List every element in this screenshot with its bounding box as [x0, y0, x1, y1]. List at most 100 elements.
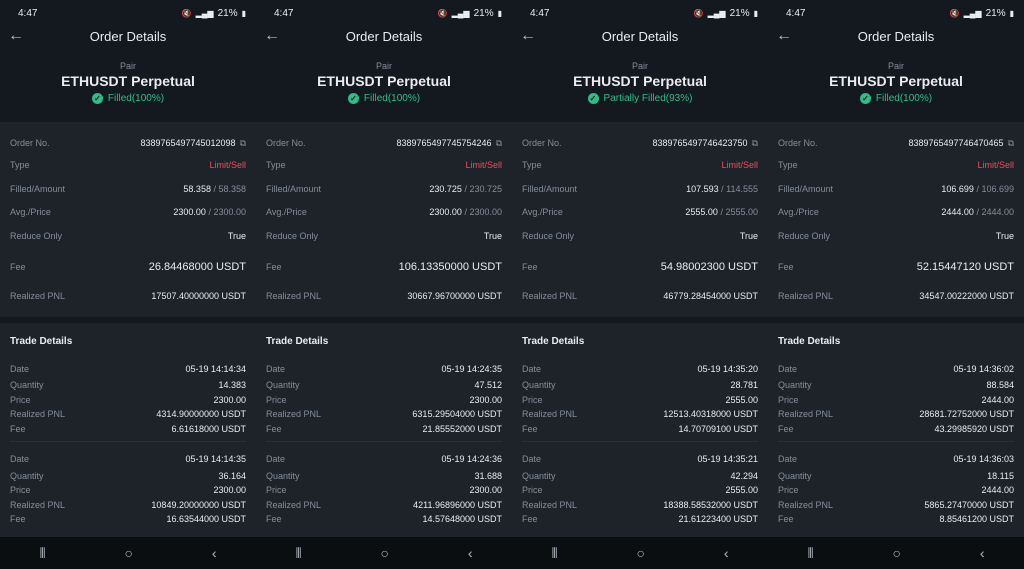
copy-icon[interactable]: ⧉: [240, 138, 246, 148]
trade-quantity-row: Quantity 88.584: [778, 378, 1014, 393]
signal-icon: ▂▄▆: [451, 8, 470, 18]
trade-fee-value: 6.61618000 USDT: [171, 424, 246, 435]
trade-price-value: 2444.00: [981, 485, 1014, 496]
trade-pnl-label: Realized PNL: [266, 499, 322, 510]
trade-date-row: Date 05-19 14:14:35: [10, 449, 246, 468]
check-circle-icon: ✓: [587, 93, 599, 104]
filled-amount-value: 107.593 / 114.555: [686, 184, 758, 194]
home-icon[interactable]: ○: [893, 545, 901, 561]
filled-amount-label: Filled/Amount: [266, 183, 322, 194]
trade-quantity-label: Quantity: [778, 380, 812, 391]
realized-pnl-label: Realized PNL: [10, 291, 66, 301]
copy-icon[interactable]: ⧉: [496, 138, 502, 148]
back-icon[interactable]: ‹: [980, 545, 985, 561]
reduce-only-label: Reduce Only: [266, 231, 319, 241]
trade-fee-row: Fee 14.57648000 USDT: [266, 512, 502, 527]
trade-pnl-value: 4314.90000000 USDT: [156, 409, 246, 420]
back-icon[interactable]: ‹: [468, 545, 473, 561]
order-no-text: 8389765497746423750: [652, 137, 748, 148]
trade-price-value: 2555.00: [725, 485, 758, 496]
phone-screen: 4:47 🔇 ▂▄▆ 21% ▮ ← Order Details Pair ETHUSDT Pe…: [768, 0, 1024, 569]
back-arrow-icon[interactable]: ←: [264, 26, 280, 46]
avg-price-row: Avg./Price 2444.00 / 2444.00: [778, 200, 1014, 224]
system-nav-bar: ⦀ ○ ‹: [0, 537, 256, 569]
copy-icon[interactable]: ⧉: [752, 138, 758, 148]
fee-row: Fee 106.13350000 USDT: [266, 248, 502, 285]
trade-price-row: Price 2555.00: [522, 393, 758, 408]
order-no-text: 8389765497745754246: [396, 137, 492, 148]
home-icon[interactable]: ○: [125, 545, 133, 561]
check-circle-icon: ✓: [347, 93, 359, 104]
trade-item: Date 05-19 14:36:02 Quantity 88.584 Price 244…: [778, 359, 1014, 436]
pair-name: ETHUSDT Perpetual: [61, 73, 195, 89]
fee-label: Fee: [10, 261, 26, 272]
trade-fee-row: Fee 16.63544000 USDT: [10, 512, 246, 527]
trade-date-label: Date: [778, 363, 798, 374]
trade-pnl-row: Realized PNL 5865.27470000 USDT: [778, 498, 1014, 513]
trade-fee-row: Fee 8.85461200 USDT: [778, 512, 1014, 527]
home-icon[interactable]: ○: [637, 545, 645, 561]
trade-list: Date 05-19 14:36:02 Quantity 88.584 Price 244…: [768, 359, 1024, 527]
status-bar: 4:47 🔇 ▂▄▆ 21% ▮: [0, 0, 256, 26]
signal-icon: ▂▄▆: [963, 8, 982, 18]
trade-quantity-value: 36.164: [218, 470, 246, 481]
trade-details-title: Trade Details: [522, 336, 585, 347]
realized-pnl-value: 34547.00222000 USDT: [919, 291, 1014, 301]
reduce-only-row: Reduce Only True: [778, 224, 1014, 248]
fee-label: Fee: [266, 261, 282, 272]
trade-fee-label: Fee: [266, 514, 282, 525]
recents-icon[interactable]: ⦀: [551, 545, 557, 562]
recents-icon[interactable]: ⦀: [807, 545, 813, 562]
trade-pnl-label: Realized PNL: [778, 499, 834, 510]
filled-amount-label: Filled/Amount: [522, 183, 578, 194]
back-icon[interactable]: ‹: [212, 545, 217, 561]
type-value: Limit/Sell: [977, 160, 1014, 170]
order-no-value: 8389765497746423750 ⧉: [652, 138, 758, 149]
nav-bar: ← Order Details: [256, 26, 512, 46]
recents-icon[interactable]: ⦀: [39, 545, 45, 562]
type-value: Limit/Sell: [209, 160, 246, 170]
trade-list: Date 05-19 14:14:34 Quantity 14.383 Price 230…: [0, 359, 256, 527]
recents-icon[interactable]: ⦀: [295, 545, 301, 562]
copy-icon[interactable]: ⧉: [1008, 138, 1014, 148]
back-icon[interactable]: ‹: [724, 545, 729, 561]
trade-fee-label: Fee: [778, 514, 794, 525]
trade-pnl-label: Realized PNL: [522, 409, 578, 420]
back-arrow-icon[interactable]: ←: [520, 26, 536, 46]
trade-price-row: Price 2300.00: [10, 393, 246, 408]
avg-price-value: 2300.00 / 2300.00: [429, 207, 502, 217]
order-no-label: Order No.: [266, 138, 306, 148]
home-icon[interactable]: ○: [381, 545, 389, 561]
trade-date-value: 05-19 14:36:03: [953, 453, 1014, 464]
trade-list: Date 05-19 14:24:35 Quantity 47.512 Price 230…: [256, 359, 512, 527]
trade-fee-row: Fee 21.61223400 USDT: [522, 512, 758, 527]
type-label: Type: [266, 160, 286, 170]
trade-quantity-label: Quantity: [266, 470, 300, 481]
trade-price-row: Price 2300.00: [266, 483, 502, 498]
trade-fee-label: Fee: [778, 424, 794, 435]
page-title: Order Details: [857, 28, 935, 44]
avg-price-label: Avg./Price: [266, 207, 307, 217]
trade-date-label: Date: [778, 453, 798, 464]
trade-pnl-label: Realized PNL: [266, 409, 322, 420]
back-arrow-icon[interactable]: ←: [776, 26, 792, 46]
avg-price-value: 2555.00 / 2555.00: [685, 207, 758, 217]
trade-quantity-row: Quantity 36.164: [10, 468, 246, 483]
type-row: Type Limit/Sell: [10, 153, 246, 177]
price-value: / 2444.00: [976, 207, 1014, 217]
trade-details-title: Trade Details: [10, 336, 73, 347]
realized-pnl-value: 30667.96700000 USDT: [407, 291, 502, 301]
mute-icon: 🔇: [949, 8, 960, 18]
trade-date-label: Date: [10, 453, 30, 464]
system-nav-bar: ⦀ ○ ‹: [768, 537, 1024, 569]
trade-item: Date 05-19 14:35:21 Quantity 42.294 Price 255…: [522, 449, 758, 526]
status-time: 4:47: [530, 7, 550, 19]
trade-pnl-row: Realized PNL 12513.40318000 USDT: [522, 407, 758, 422]
order-no-label: Order No.: [778, 138, 818, 148]
status-icons: 🔇 ▂▄▆ 21% ▮: [182, 8, 246, 19]
fee-row: Fee 26.84468000 USDT: [10, 248, 246, 285]
type-label: Type: [778, 160, 798, 170]
filled-amount-row: Filled/Amount 230.725 / 230.725: [266, 177, 502, 200]
back-arrow-icon[interactable]: ←: [8, 26, 24, 46]
status-icons: 🔇 ▂▄▆ 21% ▮: [438, 8, 502, 19]
